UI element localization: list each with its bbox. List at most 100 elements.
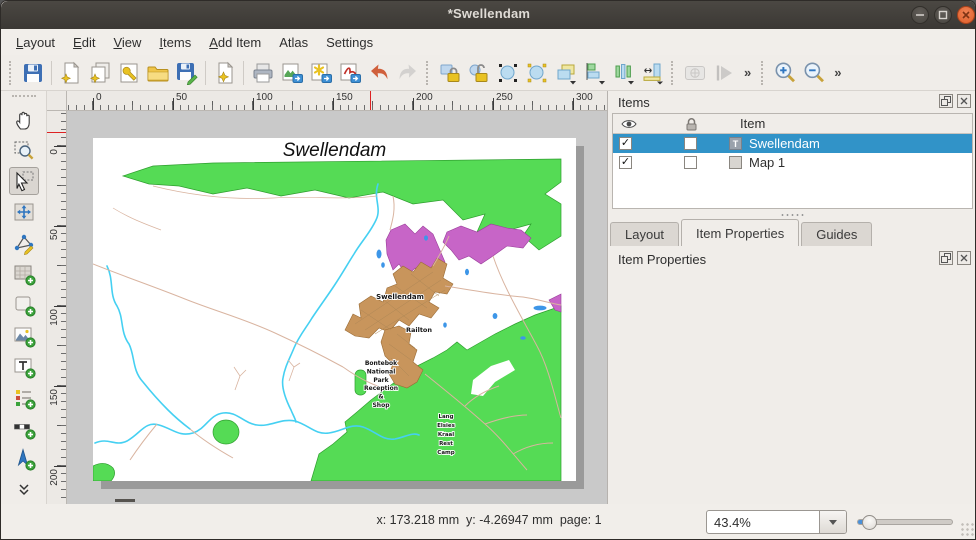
- canvas-hscrollbar[interactable]: [115, 499, 135, 502]
- zoom-slider[interactable]: [857, 519, 953, 525]
- select-move-item-tool-button[interactable]: [9, 167, 39, 195]
- undo-button[interactable]: [364, 58, 393, 87]
- toolbar-drag-handle[interactable]: [671, 61, 676, 85]
- minimize-icon[interactable]: [911, 6, 929, 24]
- toolbar-drag-handle[interactable]: [426, 61, 431, 85]
- align-selected-items-button[interactable]: [580, 58, 609, 87]
- raise-selected-items-button[interactable]: [551, 58, 580, 87]
- export-as-image-button[interactable]: [277, 58, 306, 87]
- svg-text:&: &: [378, 394, 383, 401]
- window-resize-grip-icon[interactable]: [960, 522, 974, 536]
- float-panel-icon[interactable]: [939, 94, 953, 108]
- redo-button[interactable]: [393, 58, 422, 87]
- menu-layout[interactable]: Layout: [7, 31, 64, 54]
- save-project-button[interactable]: [18, 58, 47, 87]
- zoom-in-button[interactable]: [770, 58, 799, 87]
- svg-text:Bontebok: Bontebok: [365, 360, 398, 367]
- panel-tabbar: Layout Item Properties Guides: [610, 219, 975, 246]
- svg-text:National: National: [367, 368, 396, 375]
- toolbox-overflow-chevron-icon[interactable]: [9, 476, 39, 504]
- item-properties-panel-header: Item Properties: [608, 248, 976, 270]
- menu-view[interactable]: View: [104, 31, 150, 54]
- layout-page[interactable]: Swellendam Railton Bontebok National Par…: [93, 138, 576, 481]
- toolbar-drag-handle[interactable]: [9, 61, 14, 85]
- page-title-label[interactable]: Swellendam: [93, 140, 576, 162]
- layout-manager-button[interactable]: [114, 58, 143, 87]
- svg-text:Kraal: Kraal: [438, 432, 454, 438]
- edit-nodes-item-tool-button[interactable]: [9, 229, 39, 257]
- ruler-corner: [47, 91, 67, 111]
- float-panel-icon[interactable]: [939, 251, 953, 265]
- toolbox-drag-handle[interactable]: [12, 95, 36, 101]
- vertical-ruler: 0 50 100 150 200: [47, 111, 67, 504]
- svg-text:Shop: Shop: [372, 402, 390, 409]
- svg-text:Lang: Lang: [438, 414, 453, 420]
- save-as-template-button[interactable]: [172, 58, 201, 87]
- lock-column-lock-icon: [685, 117, 698, 131]
- lock-selected-items-button[interactable]: [435, 58, 464, 87]
- menu-edit[interactable]: Edit: [64, 31, 104, 54]
- zoom-out-button[interactable]: [799, 58, 828, 87]
- unlock-all-items-button[interactable]: [464, 58, 493, 87]
- atlas-first-feature-button[interactable]: [709, 58, 738, 87]
- zoom-tool-button[interactable]: [9, 137, 39, 165]
- menu-atlas[interactable]: Atlas: [270, 31, 317, 54]
- close-icon[interactable]: [957, 6, 975, 24]
- window-title: *Swellendam: [1, 6, 976, 21]
- export-as-svg-button[interactable]: [306, 58, 335, 87]
- tab-guides[interactable]: Guides: [801, 222, 872, 246]
- panel-splitter[interactable]: [608, 211, 976, 219]
- new-layout-button[interactable]: [56, 58, 85, 87]
- add-map-button[interactable]: [9, 260, 39, 288]
- group-items-button[interactable]: [493, 58, 522, 87]
- combobox-dropdown-icon[interactable]: [819, 511, 846, 533]
- add-3d-map-button[interactable]: [9, 291, 39, 319]
- menu-items[interactable]: Items: [150, 31, 200, 54]
- zoom-slider-handle[interactable]: [862, 515, 877, 530]
- lock-checkbox[interactable]: [684, 137, 697, 150]
- toolbar-overflow-icon[interactable]: »: [738, 65, 757, 80]
- add-pages-button[interactable]: [210, 58, 239, 87]
- add-scalebar-button[interactable]: [9, 414, 39, 442]
- toolbar-separator: [51, 61, 52, 85]
- close-panel-icon[interactable]: [957, 94, 971, 108]
- visibility-checkbox[interactable]: ✓: [619, 137, 632, 150]
- menu-add-item[interactable]: Add Item: [200, 31, 270, 54]
- toolbar-overflow-icon[interactable]: »: [828, 65, 847, 80]
- visibility-checkbox[interactable]: ✓: [619, 156, 632, 169]
- toolbar-drag-handle[interactable]: [761, 61, 766, 85]
- menu-settings[interactable]: Settings: [317, 31, 382, 54]
- tab-item-properties[interactable]: Item Properties: [681, 219, 799, 246]
- print-layout-button[interactable]: [248, 58, 277, 87]
- titlebar[interactable]: *Swellendam: [1, 1, 976, 29]
- move-item-content-tool-button[interactable]: [9, 198, 39, 226]
- map-label-suburb: Railton: [406, 326, 432, 334]
- maximize-icon[interactable]: [934, 6, 952, 24]
- lock-checkbox[interactable]: [684, 156, 697, 169]
- map-item-icon: [729, 156, 742, 169]
- zoom-level-combobox[interactable]: 43.4%: [706, 510, 847, 534]
- item-properties-panel-title: Item Properties: [618, 252, 706, 267]
- cursor-position-marker: [370, 91, 371, 111]
- preview-atlas-button[interactable]: [680, 58, 709, 87]
- distribute-selected-items-button[interactable]: [609, 58, 638, 87]
- cursor-position-marker: [47, 132, 67, 133]
- item-row-map1[interactable]: ✓ Map 1: [613, 153, 972, 172]
- duplicate-layout-button[interactable]: [85, 58, 114, 87]
- export-as-pdf-button[interactable]: [335, 58, 364, 87]
- add-north-arrow-button[interactable]: [9, 445, 39, 473]
- map-frame[interactable]: Swellendam Railton Bontebok National Par…: [93, 138, 576, 481]
- ungroup-items-button[interactable]: [522, 58, 551, 87]
- resize-selected-items-button[interactable]: [638, 58, 667, 87]
- map-label-town: Swellendam: [376, 293, 424, 301]
- add-legend-button[interactable]: [9, 384, 39, 412]
- pan-tool-button[interactable]: [9, 106, 39, 134]
- layout-canvas[interactable]: Swellendam Railton Bontebok National Par…: [67, 111, 607, 504]
- close-panel-icon[interactable]: [957, 251, 971, 265]
- add-items-from-template-button[interactable]: [143, 58, 172, 87]
- add-label-button[interactable]: [9, 353, 39, 381]
- tab-layout[interactable]: Layout: [610, 222, 679, 246]
- item-row-swellendam[interactable]: ✓ T Swellendam: [613, 134, 972, 153]
- add-picture-button[interactable]: [9, 322, 39, 350]
- splitter-handle-icon: [780, 213, 806, 217]
